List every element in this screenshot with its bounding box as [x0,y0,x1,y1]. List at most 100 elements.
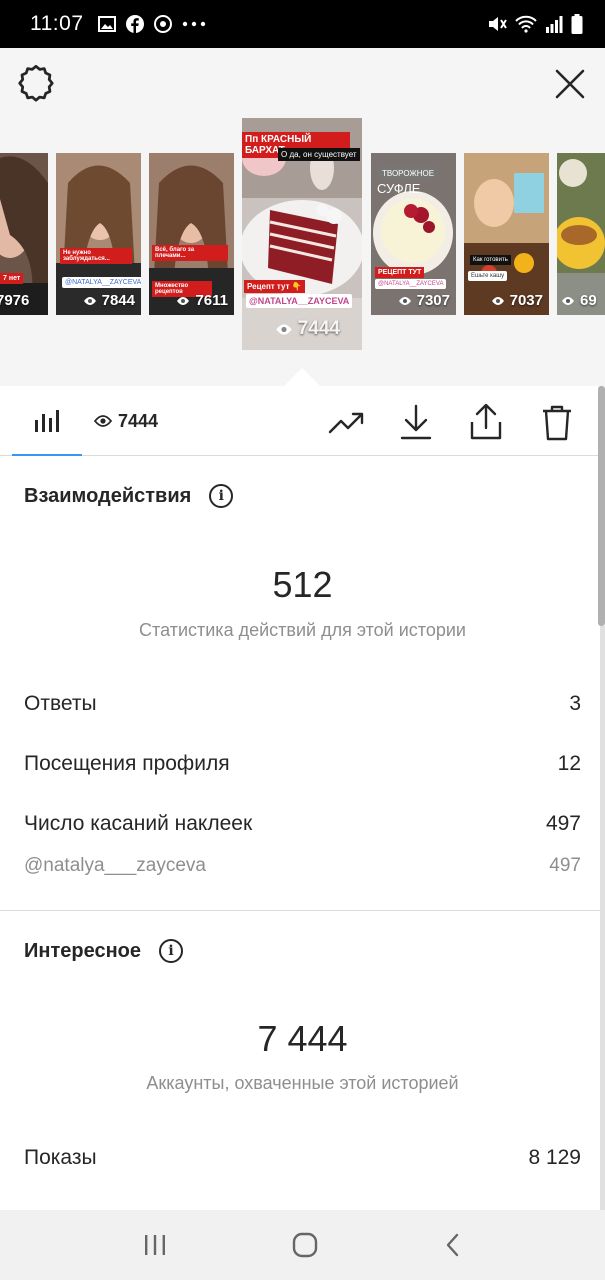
status-time: 11:07 [30,12,84,35]
story-thumbnail[interactable]: Как готовить Ешьте кашу 7037 [464,153,549,315]
story-image [56,153,141,315]
interactions-caption: Статистика действий для этой истории [139,620,466,640]
views-value: 7844 [101,292,135,309]
views-count: 7611 [176,292,228,309]
selected-story-pointer [284,368,320,386]
views-value: 7444 [297,318,340,339]
views-value: 7611 [195,292,228,309]
section-divider [0,910,605,911]
story-thumbnail-selected[interactable]: Пп КРАСНЫЙ БАРХАТ О да, он существует Ре… [242,118,362,350]
metric-label: Ответы [24,692,97,715]
title-top: ТВОРОЖНОЕ [377,167,440,180]
mention-sticker: @NATALYA__ZAYCEVA [246,294,353,308]
views-count: 69 [561,292,597,309]
notification-icons [97,15,206,33]
eye-icon [562,296,574,305]
viewers-count: 7444 [118,410,159,431]
more-dots-icon [182,21,205,27]
metric-row-profile-visits: Посещения профиля 12 [24,752,581,776]
metric-subrow-mention[interactable]: @natalya___zayceva 497 [24,855,581,877]
eye-icon [491,296,504,305]
discovery-title: Интересное [24,939,141,962]
metric-label: Число касаний наклеек [24,812,253,835]
discovery-caption: Аккаунты, охваченные этой историей [146,1073,459,1093]
chrome-icon [153,15,172,33]
eye-icon [276,323,292,335]
sticker-label: 7 нет [0,273,24,284]
metric-row-replies: Ответы 3 [24,692,581,716]
signal-icon [546,16,563,33]
system-icons [487,14,583,34]
recipe-label: Рецепт тут 👇 [244,280,305,293]
metric-label: Посещения профиля [24,752,230,775]
story-thumbnail[interactable]: Не нужно заблуждаться... @NATALYA__ZAYCE… [56,153,141,315]
title-bottom: СУФЛЕ [377,181,421,196]
eye-icon [177,296,190,305]
sticker-text: Не нужно заблуждаться... [60,248,132,264]
wifi-icon [515,15,537,33]
facebook-icon [125,15,144,33]
story-thumbnail[interactable]: ТВОРОЖНОЕ СУФЛЕ РЕЦЕПТ ТУТ @NATALYA__ZAY… [371,153,456,315]
gallery-icon [97,16,116,32]
views-count: 7844 [83,292,135,309]
back-icon[interactable] [443,1232,463,1258]
interactions-title: Взаимодействия [24,484,192,507]
status-bar: 11:07 [0,0,605,48]
promote-trend-icon[interactable] [326,402,366,442]
views-count: 7976 [0,292,29,309]
story-image [557,153,605,315]
story-thumbnail[interactable]: 69 [557,153,605,315]
tab-insights[interactable] [12,386,82,456]
interactions-total: 512 [272,564,333,605]
mute-icon [489,17,507,31]
close-icon[interactable] [552,66,588,102]
sticker-text: Как готовить [470,255,511,265]
settings-gear-icon[interactable] [16,64,56,104]
download-icon[interactable] [396,402,436,442]
metric-value: 3 [569,692,581,715]
bar-chart-icon [35,410,59,432]
story-thumbnail[interactable]: Всё, благо за плечами... Множество рецеп… [149,153,234,315]
scrollbar-thumb[interactable] [598,386,605,626]
eye-icon [398,296,411,305]
interactions-header: Взаимодействия i [24,484,234,508]
info-icon[interactable]: i [159,939,183,963]
metric-label: @natalya___zayceva [24,855,206,876]
views-value: 7307 [416,292,450,309]
views-value: 7976 [0,292,30,309]
discovery-total: 7 444 [257,1018,348,1059]
subtitle-banner: О да, он существует [278,148,360,161]
views-value: 69 [580,292,597,309]
metric-row-impressions: Показы 8 129 [24,1146,581,1170]
views-count: 7444 [275,318,340,340]
story-image [0,153,48,315]
eye-icon [94,415,112,427]
mention-sticker: @NATALYA__ZAYCEVA [375,279,447,289]
story-thumbnail[interactable]: 7 нет 7976 [0,153,48,315]
discovery-header: Интересное i [24,939,183,963]
recipe-label: РЕЦЕПТ ТУТ [375,267,425,278]
share-icon[interactable] [466,402,506,442]
views-count: 7037 [491,292,543,309]
metric-value: 8 129 [528,1146,581,1169]
metric-value: 497 [545,812,581,835]
battery-icon [571,14,583,34]
views-value: 7037 [509,292,543,309]
metric-value: 497 [549,855,581,876]
sticker-text: Всё, благо за плечами... [152,245,228,261]
views-count: 7307 [398,292,450,309]
tab-viewers[interactable]: 7444 [94,386,158,456]
home-icon[interactable] [292,1232,318,1258]
recent-apps-icon[interactable] [142,1233,168,1257]
story-actions-bar: 7444 [0,386,605,456]
system-navigation-bar [0,1210,605,1280]
story-tray: 7 нет 7976 Не нужно заблуждаться... @NAT… [0,48,605,386]
mention-sticker: @NATALYA__ZAYCEVA [62,277,141,288]
scrollbar-track [600,626,605,1210]
eye-icon [83,296,96,305]
sticker-text: Ешьте кашу [468,271,508,281]
info-icon[interactable]: i [209,484,234,508]
story-image [464,153,549,315]
metric-value: 12 [557,752,581,775]
delete-icon[interactable] [537,402,577,442]
